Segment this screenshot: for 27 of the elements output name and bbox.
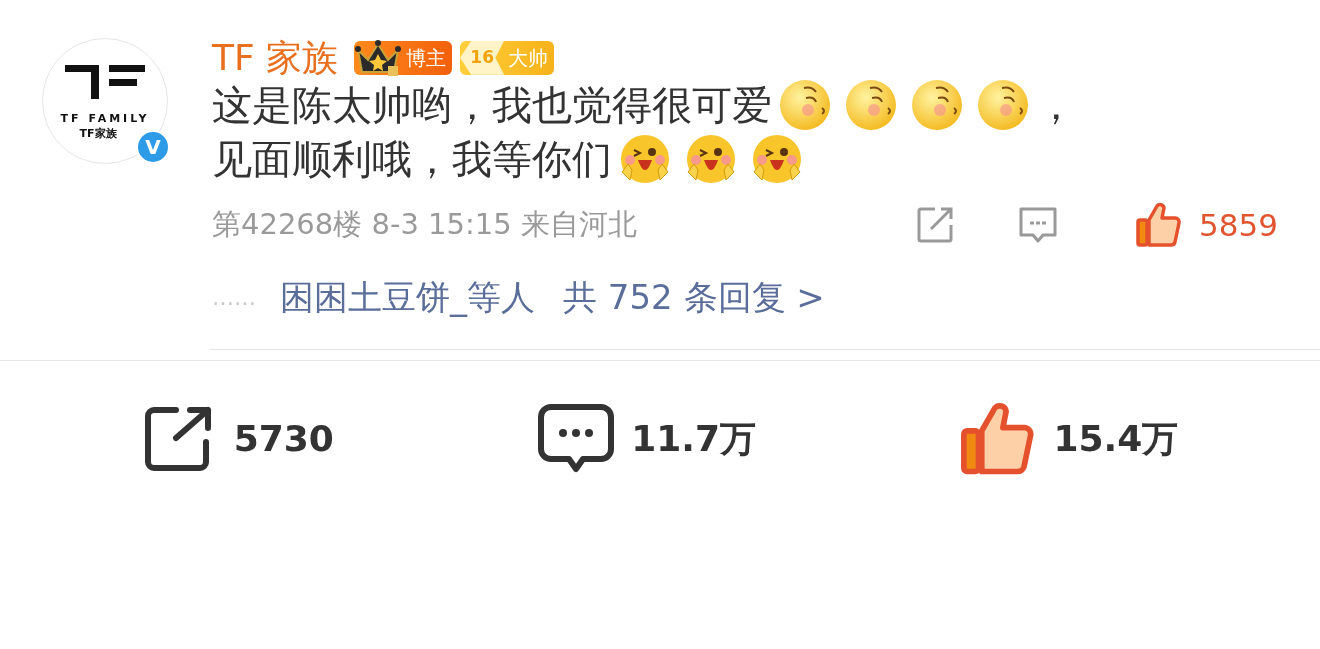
like-count: 5859 — [1199, 205, 1278, 245]
badge-label: 大帅 — [508, 47, 549, 68]
verified-badge: V — [136, 130, 170, 164]
action-count: 5730 — [233, 417, 334, 462]
reply-users: 困困土豆饼_等人 — [280, 276, 535, 320]
brand-name: TF家族 — [79, 128, 117, 139]
logo-icon — [65, 65, 145, 99]
ellipsis-mark: …… — [212, 284, 256, 313]
action-count: 15.4万 — [1053, 417, 1179, 462]
thumbs-up-icon[interactable] — [1135, 201, 1184, 248]
badge-label: 博主 — [406, 47, 447, 68]
level-badge[interactable]: 16 大帅 — [460, 40, 555, 75]
author-name[interactable]: TF 家族 — [212, 38, 339, 78]
comment-text: 这是陈太帅哟，我也觉得很可爱 — [212, 80, 772, 130]
level-number: 16 — [460, 40, 505, 75]
blogger-badge[interactable]: 博主 — [354, 40, 453, 75]
crown-icon — [354, 37, 403, 78]
comment-text: 见面顺利哦，我等你们 — [212, 134, 612, 184]
replies-link[interactable]: 共 752 条回复 > — [563, 272, 825, 324]
comment-meta: 第42268楼 8-3 15:15 来自河北 — [212, 206, 637, 244]
shy-emoji-icon — [976, 77, 1030, 132]
comment-text: ， — [1036, 80, 1076, 130]
shy-emoji-icon — [778, 77, 832, 132]
shy-emoji-icon — [910, 77, 964, 132]
brand-name: TF FAMILY — [60, 113, 150, 124]
shy-emoji-icon — [844, 77, 898, 132]
action-count: 11.7万 — [631, 417, 757, 462]
